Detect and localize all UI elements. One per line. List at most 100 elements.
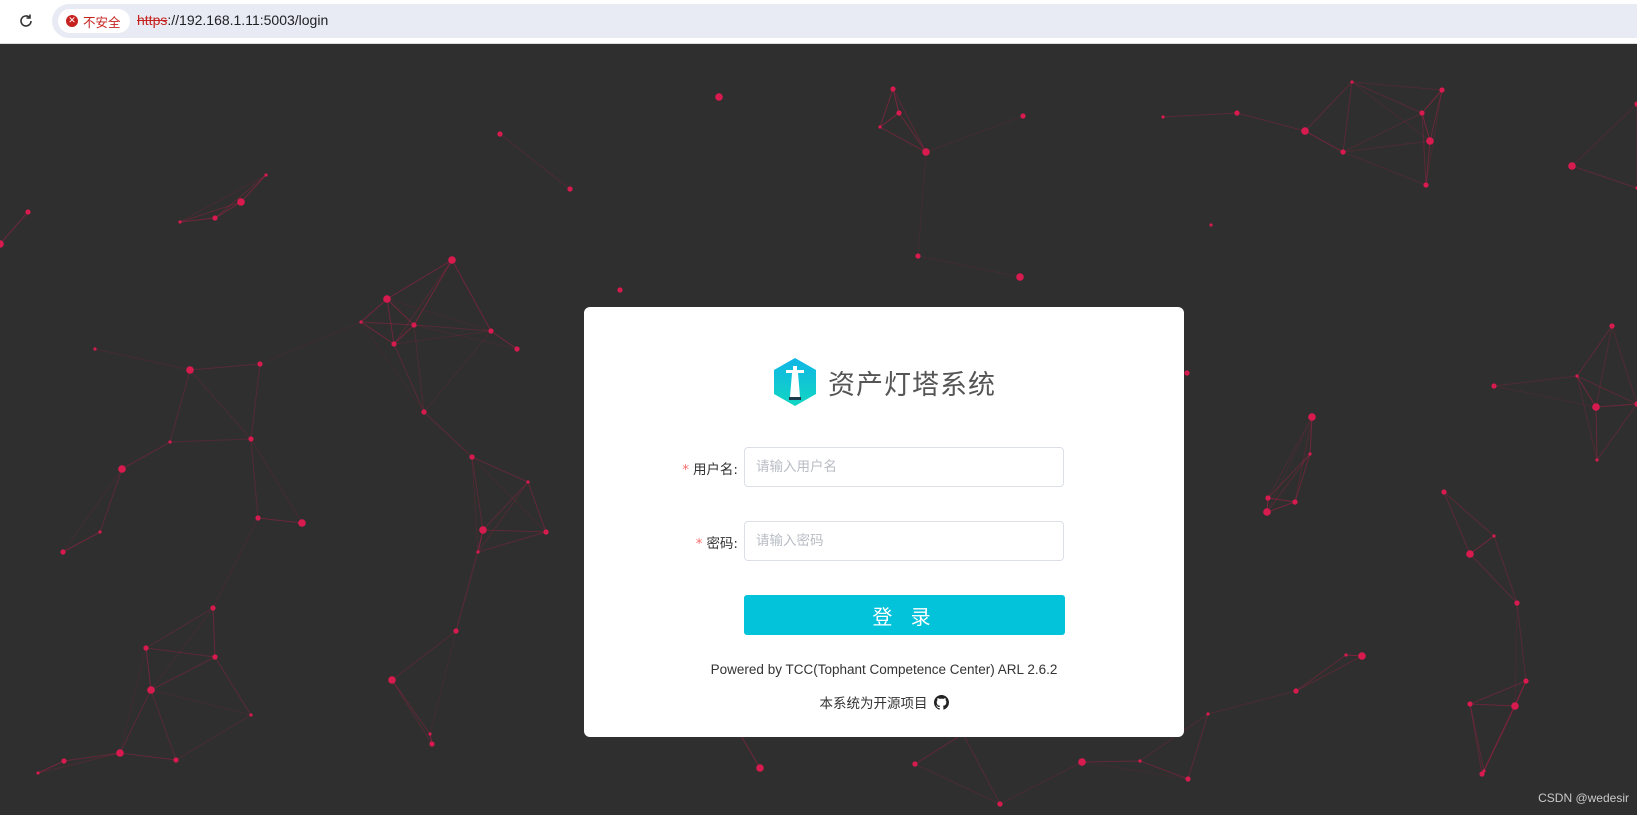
network-node xyxy=(1439,87,1445,93)
network-node xyxy=(178,220,182,224)
network-link xyxy=(386,298,492,332)
network-node xyxy=(186,366,194,374)
network-node xyxy=(915,253,921,259)
network-node xyxy=(476,550,480,554)
network-node xyxy=(543,529,549,535)
network-node xyxy=(1441,489,1447,495)
network-link xyxy=(119,689,152,754)
network-link xyxy=(150,656,216,691)
network-node xyxy=(1492,534,1496,538)
network-link xyxy=(1493,375,1578,387)
network-link xyxy=(914,733,964,765)
network-link xyxy=(214,174,267,219)
security-indicator[interactable]: ✕ 不安全 xyxy=(58,9,130,33)
network-link xyxy=(214,656,252,716)
network-link xyxy=(1081,761,1189,780)
network-node xyxy=(890,86,896,92)
network-link xyxy=(1304,81,1353,132)
network-link xyxy=(119,647,147,754)
password-input[interactable] xyxy=(744,521,1064,561)
network-link xyxy=(1266,453,1311,513)
network-node xyxy=(567,186,573,192)
network-node xyxy=(237,198,245,206)
network-link xyxy=(1187,713,1209,780)
network-link xyxy=(917,151,927,257)
login-button[interactable]: 登 录 xyxy=(744,595,1065,635)
password-label-text: 密码: xyxy=(706,536,738,552)
network-link xyxy=(150,607,214,691)
username-row: * 用户名: xyxy=(584,447,1184,487)
network-link xyxy=(1236,112,1306,132)
network-link xyxy=(429,630,457,735)
network-node xyxy=(1265,495,1271,501)
address-bar[interactable]: ✕ 不安全 https://192.168.1.11:5003/login xyxy=(52,4,1637,38)
network-link xyxy=(145,647,216,658)
network-node xyxy=(118,465,126,473)
network-node xyxy=(488,328,494,334)
network-link xyxy=(0,211,29,245)
network-node xyxy=(429,741,435,747)
network-node xyxy=(1184,370,1190,376)
network-link xyxy=(1295,655,1363,692)
network-link xyxy=(1425,89,1443,186)
required-mark: * xyxy=(695,536,703,552)
network-link xyxy=(423,330,492,413)
network-node xyxy=(1358,652,1366,660)
network-link xyxy=(1266,416,1313,513)
required-mark: * xyxy=(682,462,689,478)
network-node xyxy=(1609,323,1615,329)
network-node xyxy=(1308,413,1316,421)
network-link xyxy=(386,259,453,300)
network-link xyxy=(250,363,261,440)
network-link xyxy=(413,259,453,326)
network-node xyxy=(61,758,67,764)
network-node xyxy=(1568,162,1576,170)
network-link xyxy=(1576,375,1598,461)
network-link xyxy=(1483,705,1516,772)
network-node xyxy=(1344,653,1348,657)
network-link xyxy=(179,174,267,223)
network-link xyxy=(391,630,457,681)
network-link xyxy=(189,369,252,440)
network-node xyxy=(922,148,930,156)
network-node xyxy=(1350,80,1354,84)
network-link xyxy=(94,348,191,371)
network-link xyxy=(1469,535,1495,555)
network-node xyxy=(212,654,218,660)
username-input[interactable] xyxy=(744,447,1064,487)
network-link xyxy=(1596,403,1637,461)
network-node xyxy=(1263,508,1271,516)
network-link xyxy=(37,752,121,774)
reload-icon[interactable] xyxy=(16,9,36,33)
network-link xyxy=(169,369,191,443)
password-row: * 密码: xyxy=(584,521,1184,561)
username-label: * 用户名: xyxy=(682,458,738,478)
network-link xyxy=(391,679,431,735)
browser-toolbar: ✕ 不安全 https://192.168.1.11:5003/login xyxy=(0,0,1637,44)
network-link xyxy=(212,517,259,609)
network-node xyxy=(0,240,4,248)
network-node xyxy=(1419,110,1425,116)
network-node xyxy=(1491,383,1497,389)
network-link xyxy=(482,481,529,531)
network-node xyxy=(1161,115,1165,119)
network-node xyxy=(212,215,218,221)
network-link xyxy=(360,298,388,323)
network-node xyxy=(93,347,97,351)
network-node xyxy=(249,713,253,717)
network-node xyxy=(25,209,31,215)
network-link xyxy=(1351,81,1443,91)
powered-by-text: Powered by TCC(Tophant Competence Center… xyxy=(710,662,1058,677)
network-node xyxy=(1138,759,1142,763)
network-link xyxy=(1304,130,1344,153)
network-link xyxy=(391,679,433,745)
network-link xyxy=(214,201,242,219)
network-link xyxy=(145,647,152,691)
network-link xyxy=(250,438,259,519)
network-link xyxy=(1081,760,1141,763)
url-text[interactable]: https://192.168.1.11:5003/login xyxy=(137,12,328,28)
github-icon[interactable] xyxy=(933,694,949,710)
network-link xyxy=(1443,491,1471,555)
network-link xyxy=(1443,491,1495,537)
network-node xyxy=(1467,701,1473,707)
